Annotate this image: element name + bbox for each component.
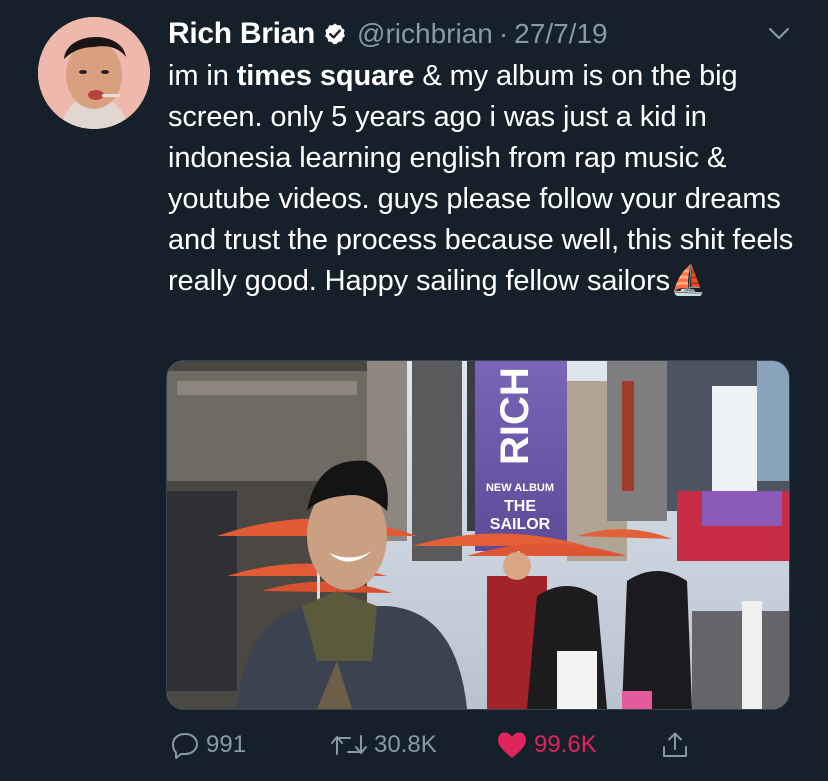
retweet-count: 30.8K xyxy=(374,731,437,758)
chevron-down-icon[interactable] xyxy=(766,20,792,46)
billboard-title-1: THE xyxy=(504,498,536,515)
tweet-text-part: im in xyxy=(168,60,237,92)
like-button[interactable]: 99.6K xyxy=(496,725,597,765)
header-separator: · xyxy=(498,18,509,49)
billboard-word: RICH xyxy=(493,367,537,465)
share-icon xyxy=(663,732,687,757)
heart-icon xyxy=(498,732,526,758)
tweet-text: im in times square & my album is on the … xyxy=(168,56,798,302)
like-count: 99.6K xyxy=(534,731,597,758)
reply-count: 991 xyxy=(206,731,247,758)
tweet-actions: 991 30.8K 99.6K xyxy=(166,725,788,765)
sailboat-emoji: ⛵ xyxy=(670,265,707,297)
share-button[interactable] xyxy=(660,725,696,765)
tweet-text-bold: times square xyxy=(236,60,415,92)
tweet-date[interactable]: 27/7/19 xyxy=(514,18,607,50)
author-handle[interactable]: @richbrian xyxy=(357,18,493,50)
tweet-text-part: & my album is on the big screen. only 5 … xyxy=(168,60,802,297)
retweet-button[interactable]: 30.8K xyxy=(330,725,437,765)
billboard-text: RICH NEW ALBUM THE SAILOR xyxy=(474,360,566,550)
retweet-icon xyxy=(331,735,367,755)
reply-bubble-icon xyxy=(172,733,198,759)
author-name[interactable]: Rich Brian xyxy=(168,17,315,51)
tweet-header: Rich Brian @richbrian · 27/7/19 xyxy=(168,14,608,54)
verified-badge-icon xyxy=(323,22,347,46)
author-avatar[interactable] xyxy=(38,17,150,129)
billboard-caption: NEW ALBUM xyxy=(485,482,555,494)
billboard-title-2: SAILOR xyxy=(489,516,551,533)
reply-button[interactable]: 991 xyxy=(170,725,246,765)
